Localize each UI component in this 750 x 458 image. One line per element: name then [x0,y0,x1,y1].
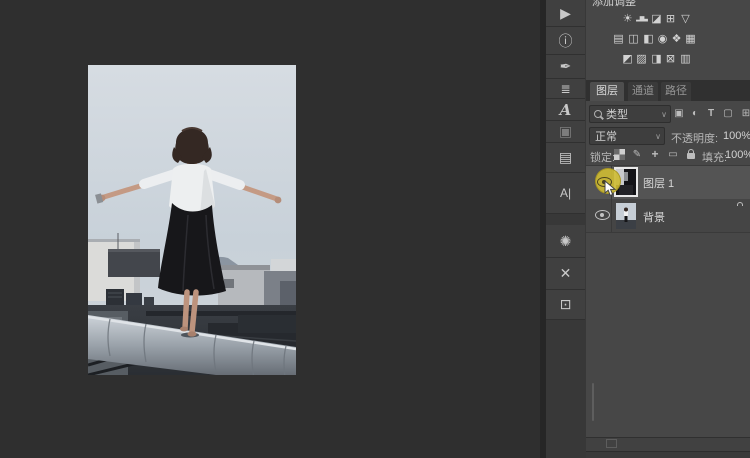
blend-mode-select[interactable]: 正常 ∨ [589,127,665,145]
panel-bottom-strip [586,451,750,458]
filter-type-layers-icon[interactable]: T [704,106,718,120]
layer1-name[interactable]: 图层 1 [643,175,674,191]
selective-color-icon[interactable]: ▥ [678,53,693,66]
filter-smart-objects-icon[interactable]: ⊞ [739,106,750,120]
curves-icon[interactable]: ◪ [649,13,664,26]
exposure-icon[interactable]: ⊞ [663,13,678,26]
character-panel-icon[interactable]: A| [546,173,585,214]
tab-channels[interactable]: 通道 [628,82,658,101]
invert-icon[interactable]: ◩ [620,53,635,66]
photo-filter-icon[interactable]: ◉ [655,33,670,46]
fill-label: 填充: [702,149,727,165]
brightness-contrast-icon[interactable]: ☀ [620,13,635,26]
timeline-panel-icon[interactable]: ⊡ [546,290,585,320]
posterize-icon[interactable]: ▨ [634,53,649,66]
filter-image-layers-icon[interactable]: ▣ [672,106,686,120]
black-white-icon[interactable]: ◧ [641,33,656,46]
lock-artboard-icon[interactable]: ▭ [666,147,680,161]
panel-scrollbar[interactable] [592,383,594,421]
padlock-icon [687,153,695,159]
lock-pixels-icon[interactable]: ✎ [630,147,644,161]
background-thumbnail[interactable] [616,203,636,229]
background-visibility-eye-icon[interactable] [595,210,610,220]
chevron-down-icon: ∨ [661,110,667,119]
actions-panel-icon[interactable]: ▶ [546,0,585,27]
opacity-value[interactable]: 100% [723,130,750,142]
glyphs-panel-icon[interactable]: A [546,99,585,121]
threshold-icon[interactable]: ◨ [649,53,664,66]
tab-layers[interactable]: 图层 [590,82,624,101]
levels-icon[interactable]: ▂▆▃ [634,13,649,26]
vibrance-icon[interactable]: ▽ [678,13,693,26]
channel-mixer-icon[interactable]: ❖ [669,33,684,46]
brushes-panel-icon[interactable]: ✒ [546,55,585,79]
filter-adjustment-layers-icon[interactable]: ◐ [688,106,702,120]
brush-settings-panel-icon[interactable]: ≣ [546,79,585,99]
color-balance-icon[interactable]: ◫ [626,33,641,46]
search-icon [594,110,602,118]
fill-value[interactable]: 100% [725,149,750,161]
lock-transparent-icon[interactable] [612,147,626,161]
tab-paths[interactable]: 路径 [661,82,691,101]
hue-saturation-icon[interactable]: ▤ [611,33,626,46]
photo-image [88,65,296,375]
adjustments-panel-title: 添加调整 [592,0,636,9]
clone-source-panel-icon[interactable]: ▣ [546,121,585,143]
lock-position-icon[interactable]: + [648,147,662,161]
chevron-down-icon: ∨ [655,132,661,141]
gradient-map-icon[interactable]: ⊠ [663,53,678,66]
checkerboard-icon [614,149,625,160]
cursor-pointer [604,180,617,197]
aperture-panel-icon[interactable]: ✺ [546,225,585,258]
libraries-panel-icon[interactable]: ▤ [546,143,585,173]
background-name[interactable]: 背景 [643,209,665,225]
color-lookup-icon[interactable]: ▦ [683,33,698,46]
opacity-label: 不透明度: [671,130,718,146]
filter-kind-label: 类型 [606,106,628,122]
blend-mode-value: 正常 [595,128,617,144]
photoshop-window: ▶ ⓘ ✒ ≣ A ▣ ▤ A| ✺ ✕ ⊡ 添加调整 ☀ ▂▆▃ ◪ ⊞ ▽ … [0,0,750,458]
layer-filter-kind-select[interactable]: 类型 ∨ [589,105,671,123]
lock-all-icon[interactable] [684,147,698,161]
tool-presets-panel-icon[interactable]: ✕ [546,258,585,290]
footer-mark-icon [606,439,617,448]
document-canvas[interactable] [0,0,540,458]
info-panel-icon[interactable]: ⓘ [546,27,585,55]
filter-shape-layers-icon[interactable]: ▢ [721,106,735,120]
